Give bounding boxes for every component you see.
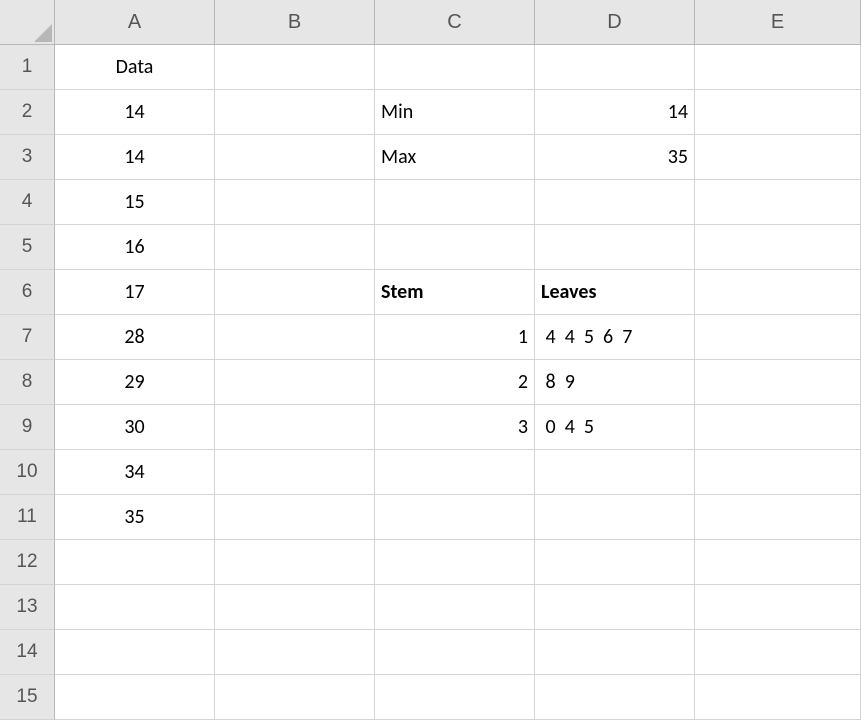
cell-C3[interactable]: Max [375, 135, 535, 180]
cell-A4[interactable]: 15 [55, 180, 215, 225]
cell-B2[interactable] [215, 90, 375, 135]
cell-A10[interactable]: 34 [55, 450, 215, 495]
cell-E1[interactable] [695, 45, 861, 90]
cell-B9[interactable] [215, 405, 375, 450]
cell-B7[interactable] [215, 315, 375, 360]
cell-B15[interactable] [215, 675, 375, 720]
cell-C2[interactable]: Min [375, 90, 535, 135]
select-all-corner[interactable] [0, 0, 55, 45]
cell-B6[interactable] [215, 270, 375, 315]
cell-A14[interactable] [55, 630, 215, 675]
cell-B3[interactable] [215, 135, 375, 180]
col-header-A[interactable]: A [55, 0, 215, 45]
cell-E12[interactable] [695, 540, 861, 585]
cell-E11[interactable] [695, 495, 861, 540]
cell-A7[interactable]: 28 [55, 315, 215, 360]
cell-B10[interactable] [215, 450, 375, 495]
cell-A9[interactable]: 30 [55, 405, 215, 450]
cell-C15[interactable] [375, 675, 535, 720]
cell-C8[interactable]: 2 [375, 360, 535, 405]
col-header-D[interactable]: D [535, 0, 695, 45]
cell-A6[interactable]: 17 [55, 270, 215, 315]
cell-D12[interactable] [535, 540, 695, 585]
cell-A2[interactable]: 14 [55, 90, 215, 135]
cell-C11[interactable] [375, 495, 535, 540]
cell-D9[interactable]: 0 4 5 [535, 405, 695, 450]
row-header-12[interactable]: 12 [0, 540, 55, 585]
cell-E8[interactable] [695, 360, 861, 405]
cell-D2[interactable]: 14 [535, 90, 695, 135]
select-all-triangle-icon [32, 22, 52, 42]
cell-E7[interactable] [695, 315, 861, 360]
cell-D6[interactable]: Leaves [535, 270, 695, 315]
row-header-8[interactable]: 8 [0, 360, 55, 405]
cell-A15[interactable] [55, 675, 215, 720]
cell-D15[interactable] [535, 675, 695, 720]
cell-C6[interactable]: Stem [375, 270, 535, 315]
cell-E13[interactable] [695, 585, 861, 630]
cell-C4[interactable] [375, 180, 535, 225]
cell-B13[interactable] [215, 585, 375, 630]
cell-D11[interactable] [535, 495, 695, 540]
cell-C7[interactable]: 1 [375, 315, 535, 360]
cell-D8[interactable]: 8 9 [535, 360, 695, 405]
cell-A11[interactable]: 35 [55, 495, 215, 540]
spreadsheet-grid: A B C D E 1 Data 2 14 Min 14 3 14 Max 35… [0, 0, 861, 720]
row-header-15[interactable]: 15 [0, 675, 55, 720]
cell-D14[interactable] [535, 630, 695, 675]
cell-D3[interactable]: 35 [535, 135, 695, 180]
row-header-10[interactable]: 10 [0, 450, 55, 495]
cell-A3[interactable]: 14 [55, 135, 215, 180]
cell-C14[interactable] [375, 630, 535, 675]
cell-C13[interactable] [375, 585, 535, 630]
row-header-14[interactable]: 14 [0, 630, 55, 675]
cell-D13[interactable] [535, 585, 695, 630]
cell-E2[interactable] [695, 90, 861, 135]
col-header-C[interactable]: C [375, 0, 535, 45]
cell-B5[interactable] [215, 225, 375, 270]
cell-B8[interactable] [215, 360, 375, 405]
cell-E10[interactable] [695, 450, 861, 495]
cell-E14[interactable] [695, 630, 861, 675]
row-header-2[interactable]: 2 [0, 90, 55, 135]
cell-C9[interactable]: 3 [375, 405, 535, 450]
cell-A1[interactable]: Data [55, 45, 215, 90]
cell-B4[interactable] [215, 180, 375, 225]
cell-C12[interactable] [375, 540, 535, 585]
row-header-6[interactable]: 6 [0, 270, 55, 315]
cell-A12[interactable] [55, 540, 215, 585]
cell-B14[interactable] [215, 630, 375, 675]
col-header-B[interactable]: B [215, 0, 375, 45]
row-header-13[interactable]: 13 [0, 585, 55, 630]
cell-C1[interactable] [375, 45, 535, 90]
cell-D7[interactable]: 4 4 5 6 7 [535, 315, 695, 360]
cell-E4[interactable] [695, 180, 861, 225]
cell-D4[interactable] [535, 180, 695, 225]
row-header-3[interactable]: 3 [0, 135, 55, 180]
cell-C5[interactable] [375, 225, 535, 270]
cell-B12[interactable] [215, 540, 375, 585]
col-header-E[interactable]: E [695, 0, 861, 45]
row-header-7[interactable]: 7 [0, 315, 55, 360]
cell-B11[interactable] [215, 495, 375, 540]
cell-C10[interactable] [375, 450, 535, 495]
cell-E9[interactable] [695, 405, 861, 450]
cell-E5[interactable] [695, 225, 861, 270]
cell-D5[interactable] [535, 225, 695, 270]
cell-D10[interactable] [535, 450, 695, 495]
cell-E6[interactable] [695, 270, 861, 315]
cell-A5[interactable]: 16 [55, 225, 215, 270]
row-header-9[interactable]: 9 [0, 405, 55, 450]
cell-A13[interactable] [55, 585, 215, 630]
row-header-4[interactable]: 4 [0, 180, 55, 225]
row-header-5[interactable]: 5 [0, 225, 55, 270]
cell-D1[interactable] [535, 45, 695, 90]
row-header-11[interactable]: 11 [0, 495, 55, 540]
cell-E3[interactable] [695, 135, 861, 180]
cell-A8[interactable]: 29 [55, 360, 215, 405]
row-header-1[interactable]: 1 [0, 45, 55, 90]
cell-B1[interactable] [215, 45, 375, 90]
cell-E15[interactable] [695, 675, 861, 720]
